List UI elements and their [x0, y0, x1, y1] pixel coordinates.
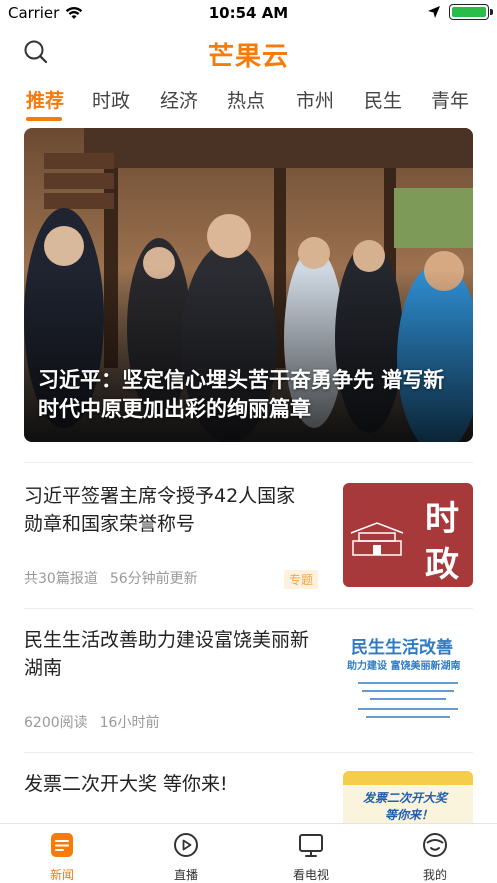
- thumb-banner: [343, 771, 473, 785]
- divider: [24, 752, 473, 753]
- report-count: 共30篇报道: [24, 571, 98, 587]
- profile-icon: [423, 833, 447, 857]
- active-tab-indicator: [26, 117, 62, 121]
- status-time: 10:54 AM: [208, 4, 289, 22]
- news-title: 民生生活改善助力建设富饶美丽新湖南: [24, 629, 310, 679]
- tv-icon: [299, 834, 323, 857]
- news-meta: 6200阅读 16小时前: [24, 712, 159, 732]
- news-icon: [51, 833, 73, 857]
- thumb-text-top: 时: [425, 499, 459, 539]
- category-tabs: 推荐 时政 经济 热点 市州 民生 青年: [0, 80, 497, 124]
- read-count: 6200阅读: [24, 715, 88, 731]
- tabbar-label: 看电视: [292, 868, 329, 882]
- news-item[interactable]: 发票二次开大奖 等你来! 发票二次开大奖 等你来！: [0, 758, 497, 824]
- hero-title: 习近平：坚定信心埋头苦干奋勇争先 谱写新时代中原更加出彩的绚丽篇章: [38, 368, 445, 421]
- divider: [24, 462, 473, 463]
- news-title: 发票二次开大奖 等你来!: [24, 773, 228, 795]
- news-thumbnail: 民生生活改善 助力建设 富饶美丽新湖南: [343, 627, 473, 731]
- tab-recommend[interactable]: 推荐: [26, 86, 64, 113]
- tab-youth[interactable]: 青年: [431, 86, 469, 113]
- thumb-text-bottom: 助力建设 富饶美丽新湖南: [347, 661, 461, 672]
- tab-livelihood[interactable]: 民生: [364, 86, 402, 113]
- battery-icon: [449, 4, 493, 20]
- bottom-tab-bar: 新闻 直播 看电视 我的: [0, 823, 497, 883]
- tabbar-live[interactable]: 直播: [146, 832, 226, 883]
- nav-bar: 芒果云: [0, 26, 497, 78]
- tab-economy[interactable]: 经济: [160, 86, 198, 113]
- news-title: 习近平签署主席令授予42人国家勋章和国家荣誉称号: [24, 485, 296, 535]
- thumb-text-lines: [358, 682, 458, 718]
- tabbar-profile[interactable]: 我的: [395, 832, 475, 883]
- hero-card[interactable]: 习近平：坚定信心埋头苦干奋勇争先 谱写新时代中原更加出彩的绚丽篇章: [24, 128, 473, 442]
- update-time: 56分钟前更新: [109, 571, 198, 587]
- tab-politics[interactable]: 时政: [92, 86, 130, 113]
- news-item[interactable]: 习近平签署主席令授予42人国家勋章和国家荣誉称号 共30篇报道 56分钟前更新 …: [0, 470, 497, 608]
- tabbar-label: 新闻: [49, 868, 74, 882]
- tabbar-news[interactable]: 新闻: [22, 832, 102, 883]
- news-item[interactable]: 民生生活改善助力建设富饶美丽新湖南 6200阅读 16小时前 民生生活改善 助力…: [0, 614, 497, 752]
- gate-tower-icon: [350, 522, 404, 556]
- tabbar-tv[interactable]: 看电视: [271, 832, 351, 883]
- divider: [24, 608, 473, 609]
- tab-hotspot[interactable]: 热点: [227, 86, 265, 113]
- status-bar: Carrier 10:54 AM: [0, 0, 497, 26]
- tabbar-label: 直播: [173, 868, 198, 882]
- battery-level: [452, 7, 486, 17]
- app-logo: 芒果云: [207, 42, 289, 72]
- status-right: [427, 4, 493, 20]
- publish-time: 16小时前: [99, 715, 160, 731]
- tab-cities[interactable]: 市州: [296, 86, 334, 113]
- news-thumbnail: 时 政: [343, 483, 473, 587]
- location-arrow-icon: [428, 6, 440, 18]
- tabbar-label: 我的: [422, 868, 447, 882]
- thumb-text-top: 民生生活改善: [351, 638, 453, 658]
- thumb-text-top: 发票二次开大奖: [363, 791, 448, 805]
- play-icon: [174, 833, 198, 857]
- news-thumbnail: 发票二次开大奖 等你来！: [343, 771, 473, 823]
- topic-tag: 专题: [284, 570, 319, 589]
- thumb-text-bottom: 等你来！: [385, 808, 434, 822]
- news-meta: 共30篇报道 56分钟前更新: [24, 568, 198, 588]
- thumb-text-bottom: 政: [425, 545, 459, 585]
